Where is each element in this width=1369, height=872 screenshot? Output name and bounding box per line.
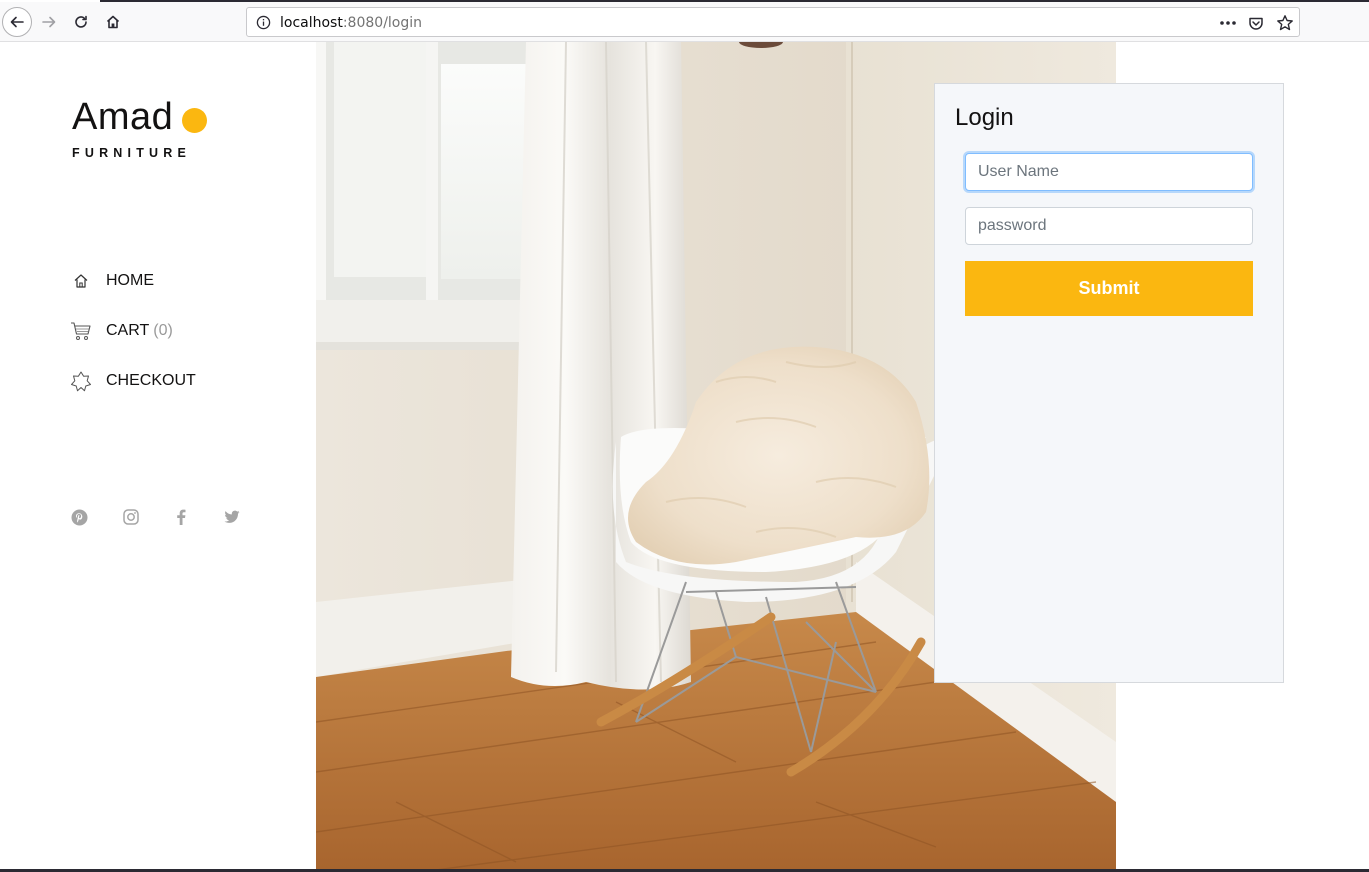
back-icon — [10, 16, 24, 28]
reload-button[interactable] — [67, 8, 95, 36]
back-button[interactable] — [2, 7, 32, 37]
star-icon — [70, 370, 92, 392]
home-button[interactable] — [99, 8, 127, 36]
url-host: localhost — [280, 15, 343, 31]
bookmark-button[interactable] — [1276, 14, 1294, 32]
nav-checkout-label: CHECKOUT — [106, 372, 196, 389]
pinterest-icon — [71, 509, 87, 525]
nav-home-label: HOME — [106, 272, 154, 289]
info-icon[interactable] — [256, 15, 271, 30]
login-panel: Login Submit — [934, 83, 1284, 683]
address-bar[interactable]: localhost:8080/login — [246, 7, 1300, 37]
browser-toolbar: localhost:8080/login — [0, 0, 1369, 42]
pocket-button[interactable] — [1247, 14, 1265, 32]
home-icon — [70, 270, 92, 292]
twitter-link[interactable] — [222, 507, 242, 527]
nav-item-home[interactable]: HOME — [70, 268, 154, 294]
url-path: :8080/login — [342, 15, 423, 31]
more-icon — [1220, 21, 1236, 25]
pocket-icon — [1249, 17, 1263, 30]
bookmark-star-icon — [1277, 15, 1293, 31]
login-title: Login — [955, 104, 1014, 131]
cart-count: (0) — [153, 322, 173, 339]
facebook-icon — [177, 509, 186, 525]
instagram-icon — [123, 509, 139, 525]
tab-strip-edge — [0, 0, 1369, 2]
page-actions-button[interactable] — [1219, 14, 1237, 32]
submit-button[interactable]: Submit — [965, 261, 1253, 316]
instagram-link[interactable] — [121, 507, 141, 527]
brand-logo[interactable]: Amad FURNITURE — [72, 96, 207, 160]
username-input[interactable] — [965, 153, 1253, 191]
nav-item-cart[interactable]: CART (0) — [70, 318, 173, 344]
twitter-icon — [224, 510, 240, 523]
brand-name: Amad — [72, 96, 174, 138]
facebook-link[interactable] — [171, 507, 191, 527]
forward-icon — [42, 16, 56, 28]
active-tab-indicator — [0, 0, 100, 2]
forward-button[interactable] — [35, 8, 63, 36]
home-icon — [106, 15, 120, 29]
brand-tagline: FURNITURE — [72, 146, 192, 160]
cart-icon — [70, 320, 92, 342]
pinterest-link[interactable] — [69, 507, 89, 527]
url-text[interactable]: localhost:8080/login — [280, 15, 422, 31]
nav-item-checkout[interactable]: CHECKOUT — [70, 368, 196, 394]
nav-cart-label: CART — [106, 322, 150, 339]
brand-logo-dot — [182, 108, 207, 133]
reload-icon — [75, 15, 87, 28]
password-input[interactable] — [965, 207, 1253, 245]
